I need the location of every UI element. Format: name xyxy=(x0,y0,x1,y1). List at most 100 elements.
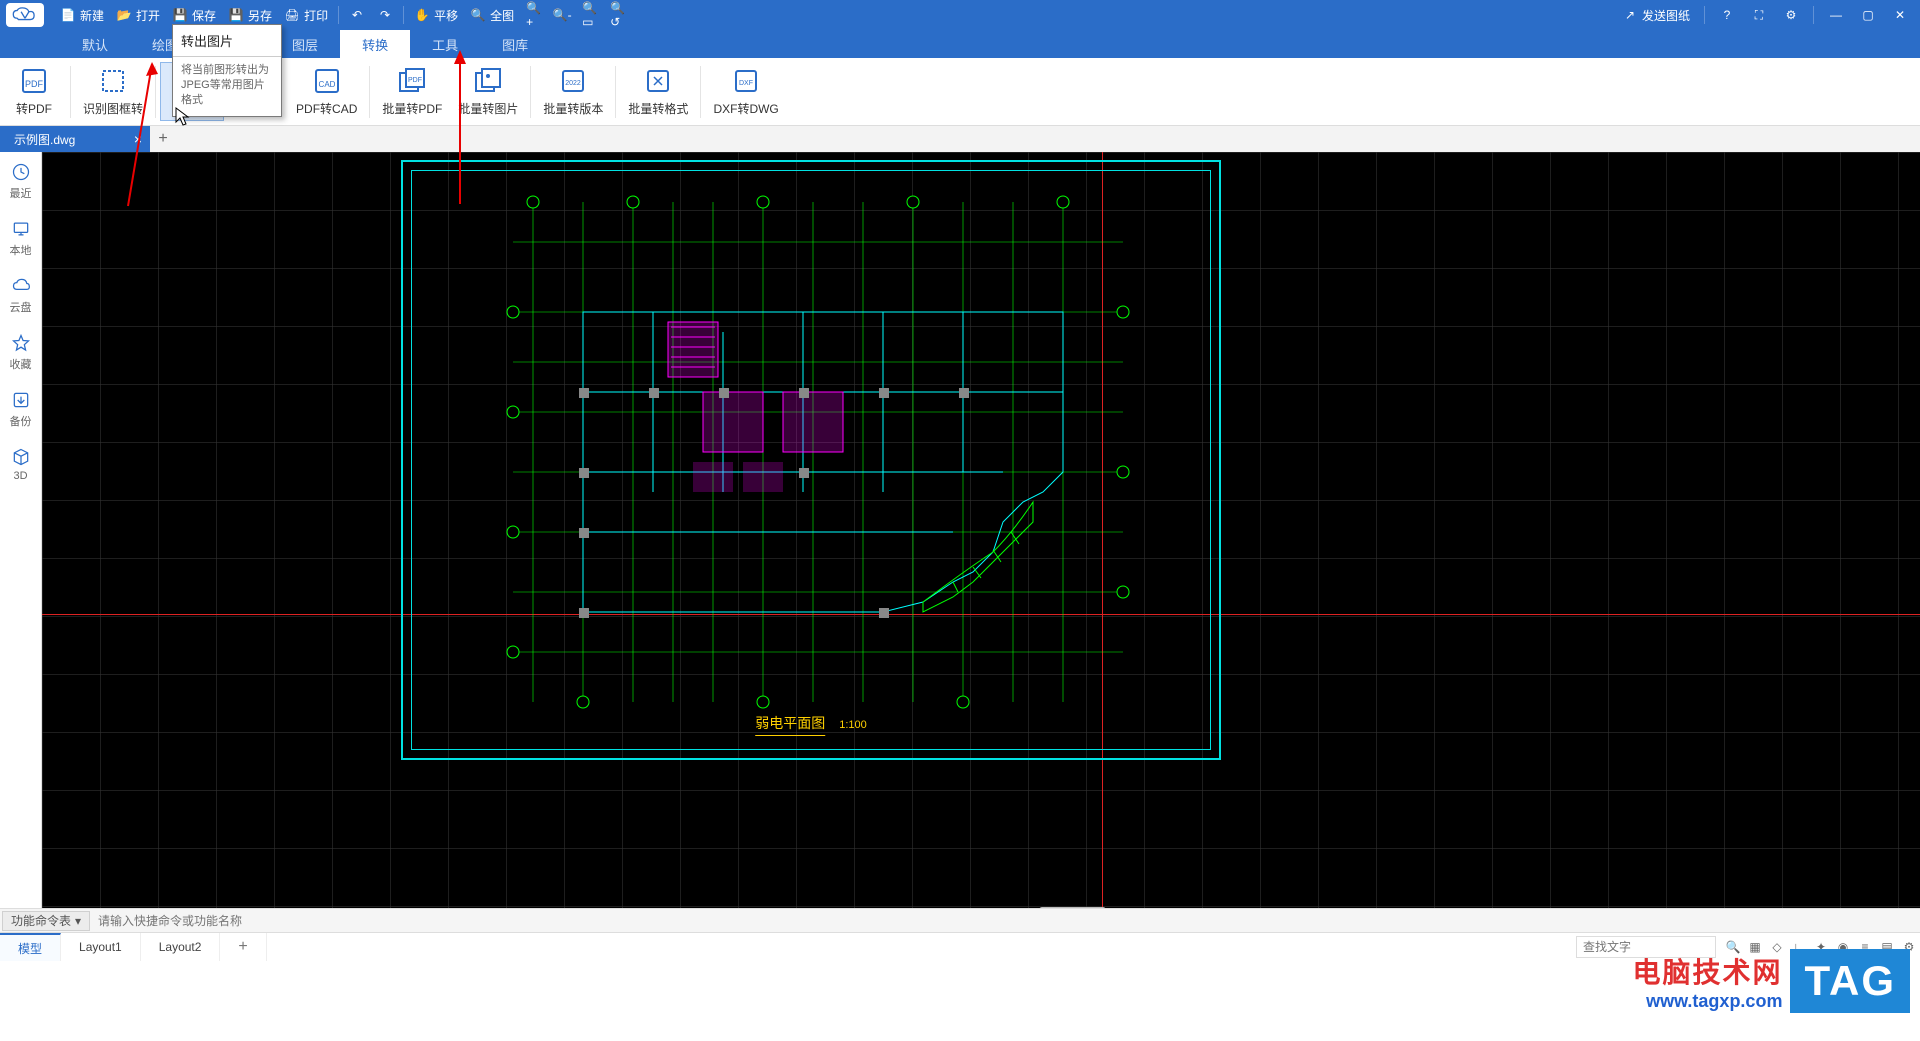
zoom-fit-icon: 🔍 xyxy=(470,7,486,23)
pan-button[interactable]: ✋平移 xyxy=(408,0,464,30)
batch-format-icon xyxy=(643,66,673,96)
pdf-to-cad-button[interactable]: CADPDF转CAD xyxy=(288,62,365,121)
menu-default[interactable]: 默认 xyxy=(60,30,130,58)
separator xyxy=(530,66,531,118)
new-label: 新建 xyxy=(80,7,104,24)
zoom-prev-button[interactable]: 🔍↺ xyxy=(604,0,632,30)
zoom-out-icon: 🔍- xyxy=(554,7,570,23)
title-bar: 📄新建 📂打开 💾保存 💾另存 🖨打印 ↶ ↷ ✋平移 🔍全图 🔍+ 🔍- 🔍▭… xyxy=(0,0,1920,30)
print-label: 打印 xyxy=(304,7,328,24)
save-label: 保存 xyxy=(192,7,216,24)
drawing-canvas[interactable]: 弱电平面图 1:100 CH ⌨ 简 xyxy=(42,152,1920,908)
saveas-icon: 💾 xyxy=(228,7,244,23)
ribbon: PDF转PDF 识别图框转 转图片 天正转换 CADPDF转CAD PDF批量转… xyxy=(0,58,1920,126)
batch-version-button[interactable]: 2022 批量转版本 xyxy=(535,62,611,121)
command-bar: 功能命令表 ▾ xyxy=(0,908,1920,932)
app-logo xyxy=(6,3,44,27)
pdf-cad-icon: CAD xyxy=(312,66,342,96)
fullscreen-button[interactable]: ⛶ xyxy=(1745,0,1773,30)
sidebar-label: 3D xyxy=(13,470,27,482)
open-file-button[interactable]: 📂打开 xyxy=(110,0,166,30)
watermark-tag: TAG xyxy=(1790,949,1910,1013)
send-label: 发送图纸 xyxy=(1642,7,1690,24)
tooltip: 转出图片 将当前图形转出为JPEG等常用图片格式 xyxy=(172,24,282,117)
tooltip-title: 转出图片 xyxy=(173,25,281,54)
rib-label: 批量转版本 xyxy=(543,100,603,117)
saveas-label: 另存 xyxy=(248,7,272,24)
sidebar-backup[interactable]: 备份 xyxy=(10,390,32,429)
send-drawing-button[interactable]: ↗发送图纸 xyxy=(1616,0,1696,30)
floor-plan xyxy=(503,192,1133,712)
add-layout-button[interactable]: + xyxy=(220,933,266,961)
rib-label: 批量转格式 xyxy=(628,100,688,117)
menu-bar: 默认 绘图 文字 图层 转换 工具 图库 xyxy=(0,30,1920,58)
zoom-window-button[interactable]: 🔍▭ xyxy=(576,0,604,30)
zoom-in-button[interactable]: 🔍+ xyxy=(520,0,548,30)
rib-label: DXF转DWG xyxy=(713,100,778,117)
drawing-frame: 弱电平面图 1:100 xyxy=(401,160,1221,760)
save-icon: 💾 xyxy=(172,7,188,23)
dxf-to-dwg-button[interactable]: DXF DXF转DWG xyxy=(705,62,786,121)
drawing-scale: 1:100 xyxy=(839,719,867,731)
drawing-title: 弱电平面图 1:100 xyxy=(755,713,867,736)
main-area: 最近 本地 云盘 收藏 备份 3D xyxy=(0,152,1920,908)
file-tab-name: 示例图.dwg xyxy=(14,131,75,148)
settings-button[interactable]: ⚙ xyxy=(1777,0,1805,30)
redo-button[interactable]: ↷ xyxy=(371,0,399,30)
help-button[interactable]: ? xyxy=(1713,0,1741,30)
rib-label: 转PDF xyxy=(16,100,52,117)
pdf-icon: PDF xyxy=(19,66,49,96)
left-sidebar: 最近 本地 云盘 收藏 备份 3D xyxy=(0,152,42,908)
ime-indicator: CH ⌨ 简 xyxy=(1039,907,1106,908)
undo-icon: ↶ xyxy=(349,7,365,23)
menu-library[interactable]: 图库 xyxy=(480,30,550,58)
separator xyxy=(615,66,616,118)
command-label-text: 功能命令表 xyxy=(11,912,71,929)
sidebar-label: 收藏 xyxy=(10,356,32,372)
maximize-icon: ▢ xyxy=(1860,7,1876,23)
tooltip-divider xyxy=(173,56,281,57)
to-pdf-button[interactable]: PDF 转PDF xyxy=(2,62,66,121)
minimize-button[interactable]: — xyxy=(1822,0,1850,30)
svg-text:DXF: DXF xyxy=(739,80,753,87)
fit-label: 全图 xyxy=(490,7,514,24)
batch-pdf-icon: PDF xyxy=(397,66,427,96)
undo-button[interactable]: ↶ xyxy=(343,0,371,30)
rib-label: 批量转PDF xyxy=(382,100,442,117)
annotation-arrow-1 xyxy=(120,60,160,215)
separator xyxy=(70,66,71,118)
layout-tab-1[interactable]: Layout1 xyxy=(61,933,141,961)
sidebar-3d[interactable]: 3D xyxy=(11,447,31,482)
chevron-down-icon: ▾ xyxy=(75,914,81,928)
sidebar-recent[interactable]: 最近 xyxy=(10,162,32,201)
fit-button[interactable]: 🔍全图 xyxy=(464,0,520,30)
watermark-cn: 电脑技术网 xyxy=(1632,951,1782,991)
svg-text:PDF: PDF xyxy=(25,79,44,89)
close-window-button[interactable]: ✕ xyxy=(1886,0,1914,30)
layout-tab-2[interactable]: Layout2 xyxy=(141,933,221,961)
separator xyxy=(1704,6,1705,24)
zoom-out-button[interactable]: 🔍- xyxy=(548,0,576,30)
zoom-prev-icon: 🔍↺ xyxy=(610,7,626,23)
new-file-button[interactable]: 📄新建 xyxy=(54,0,110,30)
zoom-window-icon: 🔍▭ xyxy=(582,7,598,23)
dxf-icon: DXF xyxy=(731,66,761,96)
minimize-icon: — xyxy=(1828,7,1844,23)
sidebar-favorites[interactable]: 收藏 xyxy=(10,333,32,372)
maximize-button[interactable]: ▢ xyxy=(1854,0,1882,30)
svg-text:2022: 2022 xyxy=(566,80,582,87)
batch-pdf-button[interactable]: PDF 批量转PDF xyxy=(374,62,450,121)
print-button[interactable]: 🖨打印 xyxy=(278,0,334,30)
menu-convert[interactable]: 转换 xyxy=(340,30,410,58)
sidebar-local[interactable]: 本地 xyxy=(10,219,32,258)
sidebar-cloud[interactable]: 云盘 xyxy=(10,276,32,315)
pan-label: 平移 xyxy=(434,7,458,24)
new-file-icon: 📄 xyxy=(60,7,76,23)
separator xyxy=(369,66,370,118)
open-folder-icon: 📂 xyxy=(116,7,132,23)
command-label[interactable]: 功能命令表 ▾ xyxy=(2,911,90,931)
batch-format-button[interactable]: 批量转格式 xyxy=(620,62,696,121)
batch-image-icon xyxy=(473,66,503,96)
command-input[interactable] xyxy=(90,914,1918,928)
layout-tab-model[interactable]: 模型 xyxy=(0,933,61,961)
